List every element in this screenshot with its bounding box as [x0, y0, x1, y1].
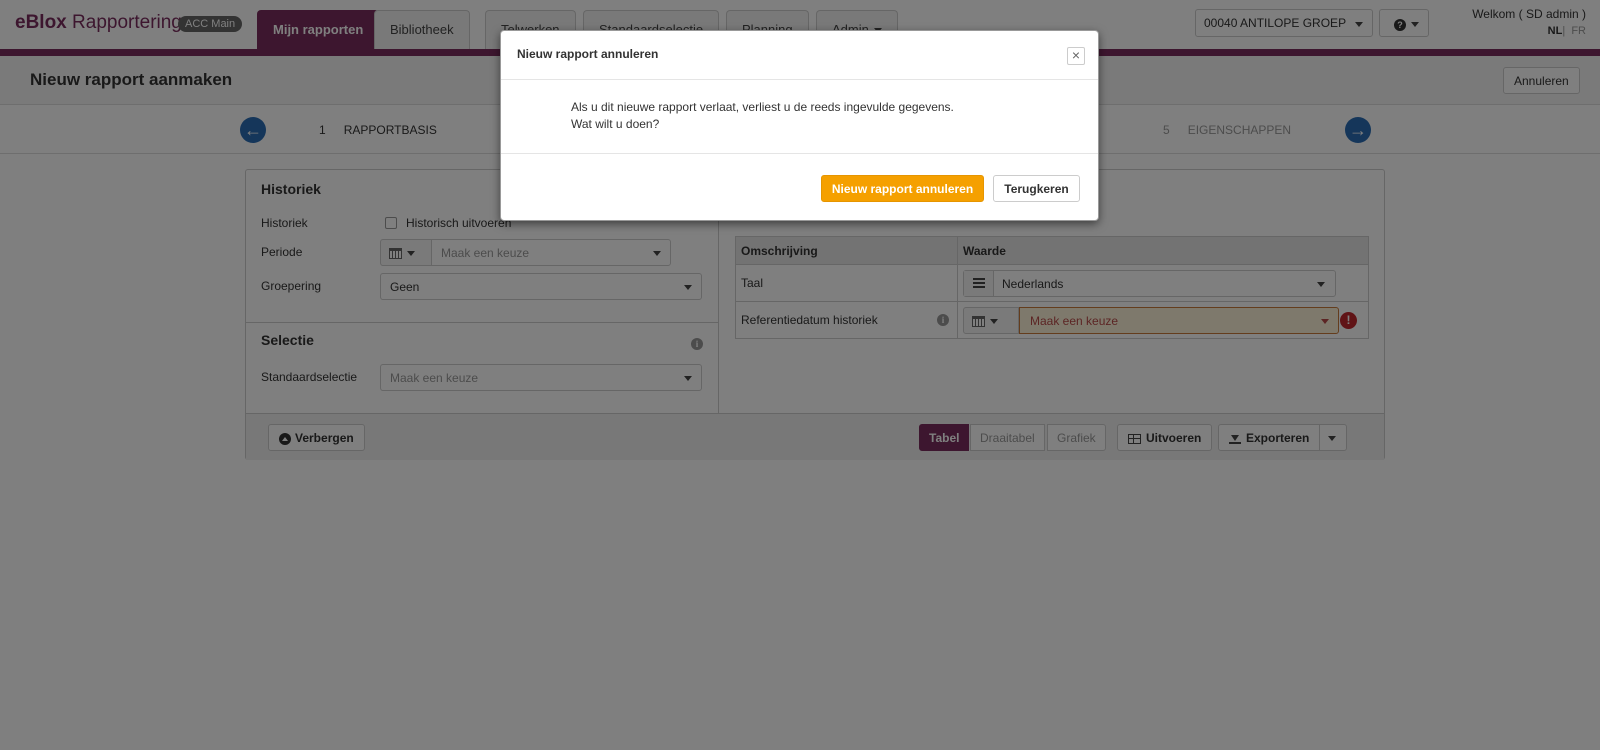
close-icon[interactable]: ×: [1067, 47, 1085, 65]
dialog-divider: [501, 79, 1098, 80]
dialog-message: Als u dit nieuwe rapport verlaat, verlie…: [571, 100, 954, 114]
dialog-body: Als u dit nieuwe rapport verlaat, verlie…: [571, 99, 954, 133]
dialog-title: Nieuw rapport annuleren: [517, 47, 659, 61]
dialog-question: Wat wilt u doen?: [571, 117, 660, 131]
cancel-report-dialog: Nieuw rapport annuleren × Als u dit nieu…: [500, 30, 1099, 221]
dialog-divider: [501, 153, 1098, 154]
confirm-cancel-report-button[interactable]: Nieuw rapport annuleren: [821, 175, 984, 202]
return-button[interactable]: Terugkeren: [993, 175, 1080, 202]
